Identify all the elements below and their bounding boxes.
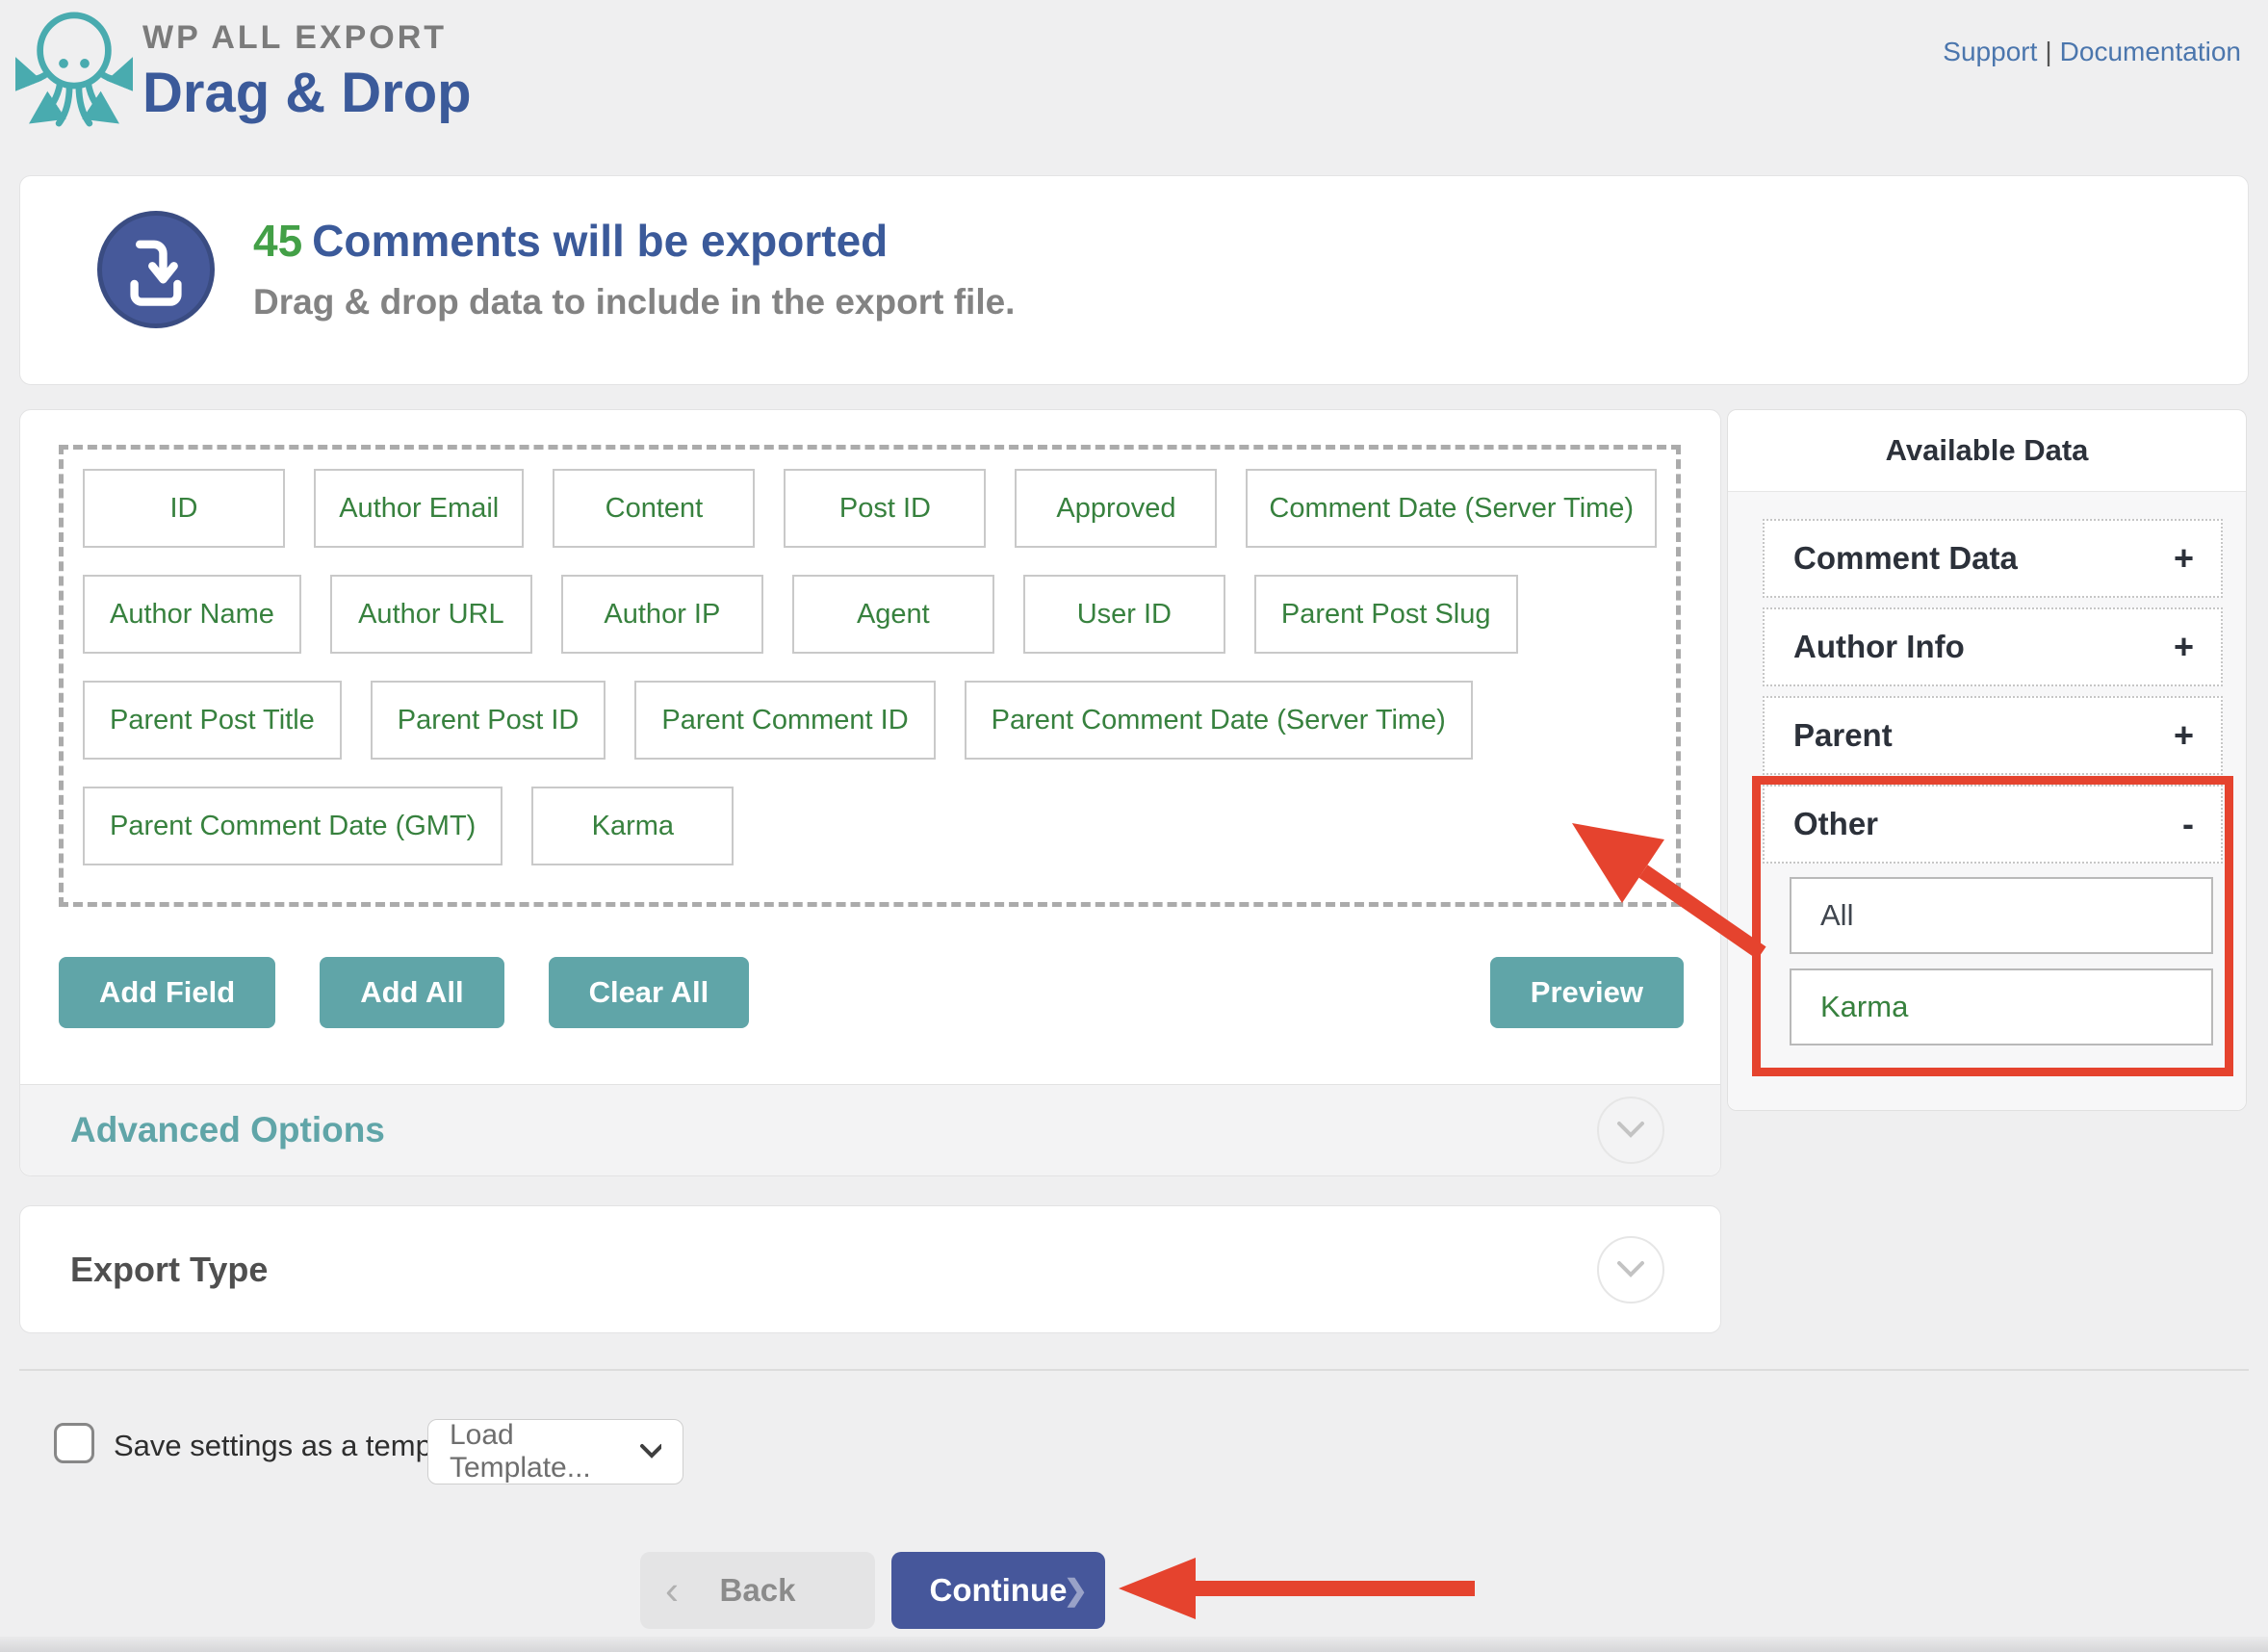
field-editor-card: ID Author Email Content Post ID Approved Comm… xyxy=(19,409,1721,1176)
export-headline-text: Comments will be exported xyxy=(312,216,888,266)
brand-block: WP ALL EXPORT Drag & Drop xyxy=(142,19,472,125)
annotation-arrow-to-continue xyxy=(1119,1554,1484,1623)
chip-row: Parent Comment Date (GMT) Karma xyxy=(83,787,1657,865)
data-section-other[interactable]: Other - xyxy=(1763,785,2223,864)
advanced-options-panel[interactable]: Advanced Options xyxy=(20,1084,1720,1175)
export-type-panel[interactable]: Export Type xyxy=(19,1205,1721,1333)
add-field-button[interactable]: Add Field xyxy=(59,957,275,1028)
data-section-items: All Karma xyxy=(1790,877,2213,1045)
field-chip-content[interactable]: Content xyxy=(553,469,755,548)
load-template-dropdown[interactable]: Load Template... xyxy=(427,1419,683,1484)
field-chip-id[interactable]: ID xyxy=(83,469,285,548)
export-summary-text: 45Comments will be exported Drag & drop … xyxy=(253,215,1015,323)
download-icon xyxy=(97,211,215,328)
save-template-label: Save settings as a template xyxy=(114,1429,480,1463)
links-separator: | xyxy=(2037,37,2059,66)
field-chip-parent-comment-id[interactable]: Parent Comment ID xyxy=(634,681,935,760)
field-chip-user-id[interactable]: User ID xyxy=(1023,575,1225,654)
export-headline: 45Comments will be exported xyxy=(253,215,1015,267)
field-toolbar: Add Field Add All Clear All Preview xyxy=(59,957,1684,1028)
data-item-karma[interactable]: Karma xyxy=(1790,968,2213,1045)
data-item-all[interactable]: All xyxy=(1790,877,2213,954)
add-all-button[interactable]: Add All xyxy=(320,957,503,1028)
field-chip-parent-comment-date-gmt[interactable]: Parent Comment Date (GMT) xyxy=(83,787,503,865)
chevron-right-icon: ❯ xyxy=(1064,1574,1088,1608)
expand-icon[interactable]: + xyxy=(2174,715,2194,756)
chevron-down-icon xyxy=(639,1443,661,1460)
field-chip-karma[interactable]: Karma xyxy=(531,787,734,865)
clear-all-button[interactable]: Clear All xyxy=(549,957,750,1028)
back-button-label: Back xyxy=(720,1572,796,1609)
chip-row: ID Author Email Content Post ID Approved Comm… xyxy=(83,469,1657,548)
support-link[interactable]: Support xyxy=(1943,37,2037,66)
page-title: Drag & Drop xyxy=(142,61,472,125)
field-chip-author-url[interactable]: Author URL xyxy=(330,575,532,654)
brand-name: WP ALL EXPORT xyxy=(142,19,472,57)
drop-zone[interactable]: ID Author Email Content Post ID Approved Comm… xyxy=(59,445,1681,907)
export-subtitle: Drag & drop data to include in the expor… xyxy=(253,282,1015,323)
export-summary-card: 45Comments will be exported Drag & drop … xyxy=(19,175,2249,385)
section-divider xyxy=(19,1369,2249,1371)
field-chip-parent-post-title[interactable]: Parent Post Title xyxy=(83,681,342,760)
documentation-link[interactable]: Documentation xyxy=(2060,37,2241,66)
data-section-comment-data[interactable]: Comment Data + xyxy=(1763,519,2223,598)
field-chip-parent-comment-date-server-time[interactable]: Parent Comment Date (Server Time) xyxy=(965,681,1473,760)
load-template-value: Load Template... xyxy=(450,1419,639,1484)
data-section-label: Parent xyxy=(1793,717,1893,754)
expand-icon[interactable]: + xyxy=(2174,538,2194,579)
field-chip-author-name[interactable]: Author Name xyxy=(83,575,301,654)
preview-button[interactable]: Preview xyxy=(1490,957,1684,1028)
chevron-left-icon: ‹ xyxy=(665,1567,679,1613)
advanced-options-expand-button[interactable] xyxy=(1597,1097,1664,1164)
continue-button-label: Continue xyxy=(930,1572,1068,1609)
chip-row: Parent Post Title Parent Post ID Parent Co… xyxy=(83,681,1657,760)
field-chip-post-id[interactable]: Post ID xyxy=(784,469,986,548)
chevron-down-icon xyxy=(1616,1121,1645,1140)
data-section-label: Other xyxy=(1793,806,1878,842)
wp-all-export-page: WP ALL EXPORT Drag & Drop Support|Docume… xyxy=(0,0,2268,1652)
bottom-gradient-strip xyxy=(0,1637,2268,1652)
available-data-body: Comment Data + Author Info + Parent + Other - Al… xyxy=(1728,492,2246,1110)
export-type-label: Export Type xyxy=(70,1250,268,1290)
field-chip-author-ip[interactable]: Author IP xyxy=(561,575,763,654)
export-type-expand-button[interactable] xyxy=(1597,1236,1664,1304)
data-section-label: Comment Data xyxy=(1793,540,2018,577)
field-chip-author-email[interactable]: Author Email xyxy=(314,469,524,548)
collapse-icon[interactable]: - xyxy=(2182,804,2194,844)
field-chip-comment-date-server-time[interactable]: Comment Date (Server Time) xyxy=(1246,469,1657,548)
chip-row: Author Name Author URL Author IP Agent User … xyxy=(83,575,1657,654)
field-chip-approved[interactable]: Approved xyxy=(1015,469,1217,548)
data-section-parent[interactable]: Parent + xyxy=(1763,696,2223,775)
field-chip-parent-post-slug[interactable]: Parent Post Slug xyxy=(1254,575,1518,654)
continue-button[interactable]: Continue ❯ xyxy=(891,1552,1105,1629)
data-section-label: Author Info xyxy=(1793,629,1965,665)
header-links: Support|Documentation xyxy=(1943,37,2241,67)
field-chip-parent-post-id[interactable]: Parent Post ID xyxy=(371,681,606,760)
save-template-checkbox[interactable] xyxy=(54,1423,94,1463)
advanced-options-label: Advanced Options xyxy=(70,1110,385,1150)
expand-icon[interactable]: + xyxy=(2174,627,2194,667)
back-button[interactable]: ‹ Back xyxy=(640,1552,875,1629)
available-data-title: Available Data xyxy=(1728,410,2246,492)
export-count: 45 xyxy=(253,216,302,266)
available-data-panel: Available Data Comment Data + Author Info +… xyxy=(1727,409,2247,1111)
chevron-down-icon xyxy=(1616,1260,1645,1279)
octopus-logo-icon xyxy=(15,8,133,136)
data-section-author-info[interactable]: Author Info + xyxy=(1763,607,2223,686)
field-chip-agent[interactable]: Agent xyxy=(792,575,994,654)
